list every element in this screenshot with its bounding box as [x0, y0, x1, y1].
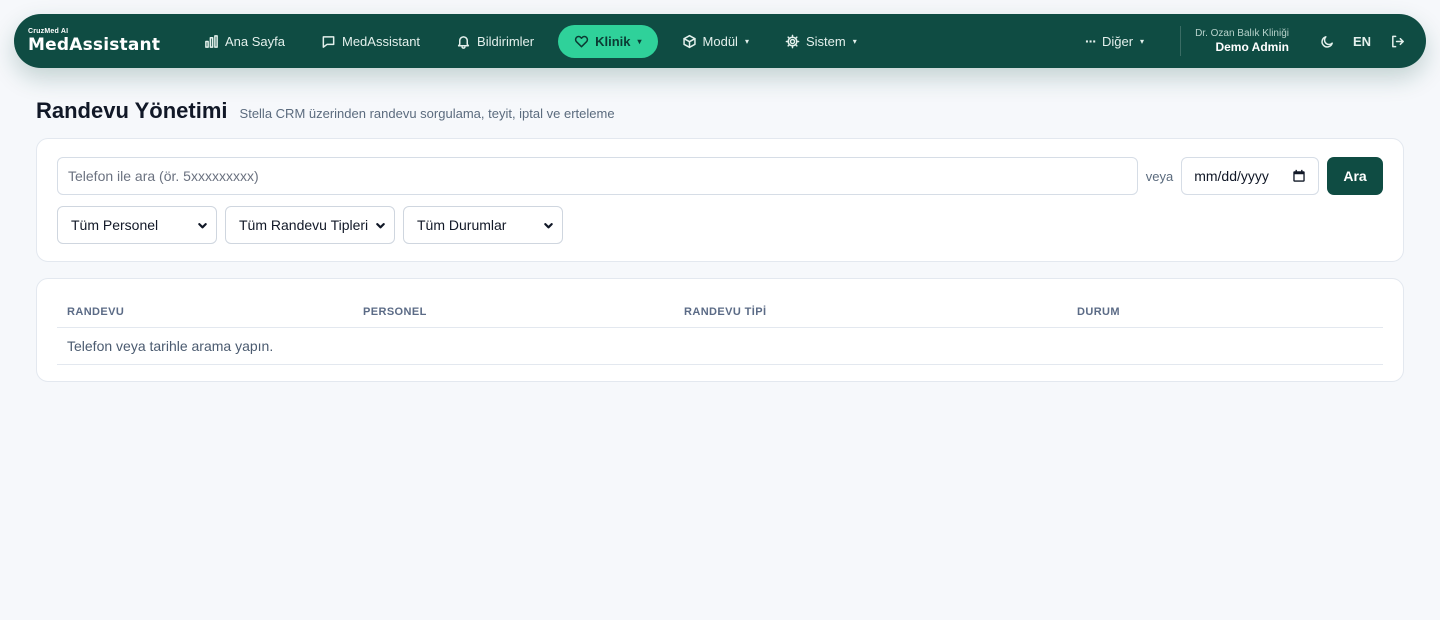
filter-row: Tüm Personel Tüm Randevu Tipleri Tüm Dur…: [57, 206, 563, 244]
search-row: veya mm/dd/yyyy Ara: [57, 157, 1383, 195]
nav-item-label: Bildirimler: [477, 33, 535, 49]
heart-icon: [574, 35, 589, 47]
nav-item-diger[interactable]: ··· Diğer ▾: [1073, 25, 1156, 58]
appointment-type-filter-select[interactable]: Tüm Randevu Tipleri: [225, 206, 395, 244]
chevron-down-icon: ▾: [852, 36, 857, 46]
more-dots-icon: ···: [1084, 33, 1097, 49]
nav-item-label: Klinik: [595, 33, 631, 49]
logout-button[interactable]: [1382, 26, 1412, 56]
column-header-randevu-tipi[interactable]: RANDEVU TİPİ: [674, 301, 1067, 328]
date-placeholder: mm/dd/yyyy: [1194, 168, 1269, 184]
column-header-personel[interactable]: PERSONEL: [353, 301, 674, 328]
date-input[interactable]: mm/dd/yyyy: [1181, 157, 1320, 195]
nav-item-label: Ana Sayfa: [225, 33, 285, 49]
table-header-row: RANDEVU PERSONEL RANDEVU TİPİ DURUM: [57, 301, 1383, 328]
nav-item-modul[interactable]: Modül ▾: [670, 25, 761, 58]
moon-icon: [1320, 35, 1333, 48]
column-header-durum[interactable]: DURUM: [1067, 301, 1383, 328]
nav-item-medassistant[interactable]: MedAssistant: [309, 25, 432, 58]
chevron-down-icon: ▾: [1140, 36, 1145, 46]
appointments-card: RANDEVU PERSONEL RANDEVU TİPİ DURUM Tele…: [36, 278, 1404, 382]
user-name: Demo Admin: [1215, 40, 1289, 54]
column-header-randevu[interactable]: RANDEVU: [57, 301, 353, 328]
brand-logo[interactable]: CruzMed AI MedAssistant: [28, 14, 168, 68]
table-row: Telefon veya tarihle arama yapın.: [57, 327, 1383, 365]
appointments-table: RANDEVU PERSONEL RANDEVU TİPİ DURUM Tele…: [57, 301, 1383, 365]
clinic-name: Dr. Ozan Balık Kliniği: [1195, 28, 1289, 39]
phone-search-input[interactable]: [57, 157, 1138, 195]
status-filter-select[interactable]: Tüm Durumlar: [403, 206, 563, 244]
empty-state-message: Telefon veya tarihle arama yapın.: [57, 327, 1383, 365]
theme-toggle-button[interactable]: [1312, 26, 1342, 56]
staff-filter-value: Tüm Personel: [71, 217, 159, 233]
nav-item-ana-sayfa[interactable]: Ana Sayfa: [192, 25, 297, 58]
nav-divider: [1180, 26, 1182, 56]
nav-item-label: MedAssistant: [342, 33, 421, 49]
user-info[interactable]: Dr. Ozan Balık Kliniği Demo Admin: [1195, 27, 1289, 55]
brand-name: MedAssistant: [28, 35, 161, 55]
nav-item-sistem[interactable]: Sistem ▾: [773, 25, 869, 58]
page-title: Randevu Yönetimi: [36, 98, 228, 123]
chat-icon: [322, 35, 335, 48]
bar-chart-icon: [205, 34, 218, 48]
status-filter-value: Tüm Durumlar: [417, 217, 507, 233]
chevron-down-icon: [376, 222, 385, 228]
chevron-down-icon: [198, 222, 207, 228]
bell-icon: [457, 35, 470, 49]
top-navbar: CruzMed AI MedAssistant Ana Sayfa MedAss…: [14, 14, 1426, 68]
gear-icon: [785, 34, 800, 48]
nav-item-label: Sistem: [805, 33, 846, 49]
nav-item-klinik[interactable]: Klinik ▾: [558, 24, 658, 58]
nav-item-bildirimler[interactable]: Bildirimler: [444, 25, 546, 58]
chevron-down-icon: [544, 222, 553, 228]
cube-icon: [682, 34, 696, 48]
nav-item-label: Modül: [702, 33, 738, 49]
search-card: veya mm/dd/yyyy Ara Tüm Personel Tüm Ran…: [36, 138, 1404, 262]
language-button[interactable]: EN: [1347, 26, 1377, 56]
page-subtitle: Stella CRM üzerinden randevu sorgulama, …: [239, 106, 615, 121]
chevron-down-icon: ▾: [744, 36, 749, 46]
type-filter-value: Tüm Randevu Tipleri: [239, 217, 369, 233]
logout-icon: [1391, 35, 1404, 47]
nav-item-label: Diğer: [1101, 33, 1134, 49]
or-label: veya: [1145, 168, 1174, 184]
calendar-icon: [1293, 169, 1305, 182]
page-header: Randevu Yönetimi Stella CRM üzerinden ra…: [36, 98, 615, 124]
search-button[interactable]: Ara: [1327, 157, 1383, 195]
chevron-down-icon: ▾: [637, 36, 642, 46]
staff-filter-select[interactable]: Tüm Personel: [57, 206, 217, 244]
